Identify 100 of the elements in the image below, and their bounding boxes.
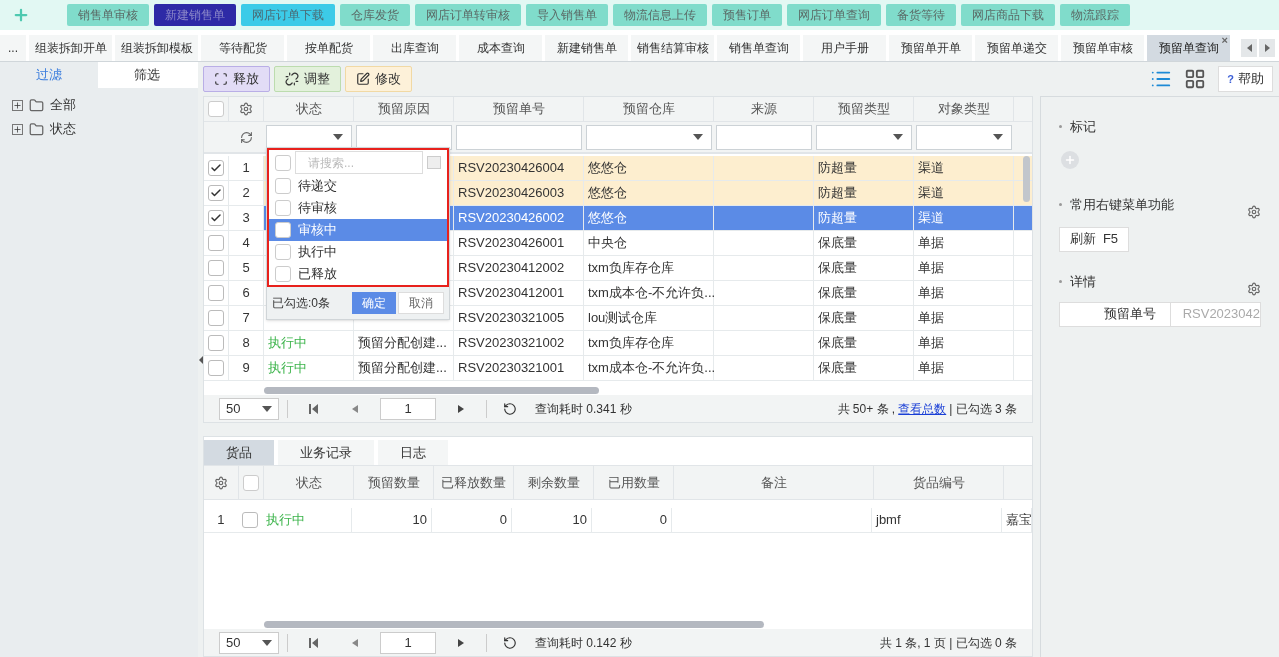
plus-box-icon[interactable] [12, 99, 23, 111]
table-row[interactable]: 8 执行中 预留分配创建... RSV20230321002 txm负库存仓库 保底量 单据 [204, 331, 1032, 356]
tab[interactable]: 按单配货 [287, 35, 370, 61]
tree-item[interactable]: 状态 [12, 120, 198, 138]
filter-field[interactable] [716, 124, 812, 150]
clear-icon[interactable] [427, 156, 441, 169]
action-button[interactable]: 修改 [345, 66, 412, 92]
checkbox[interactable] [275, 222, 291, 238]
tab[interactable]: 货品 [204, 440, 274, 465]
checkbox[interactable] [208, 260, 224, 276]
filter-select[interactable] [266, 124, 352, 150]
table-row[interactable]: 1 执行中 10 0 10 0 jbmf 嘉宝 [204, 508, 1032, 533]
horizontal-scrollbar[interactable] [264, 386, 599, 394]
checkbox[interactable] [208, 235, 224, 251]
filter-field[interactable] [356, 124, 452, 150]
column-header[interactable]: 状态 [264, 466, 354, 499]
help-button[interactable]: ? 帮助 [1218, 66, 1273, 92]
table-row[interactable]: 9 执行中 预留分配创建... RSV20230321001 txm成本仓-不允许负... 保底量 单据 [204, 356, 1032, 381]
checkbox[interactable] [208, 160, 224, 176]
action-button[interactable]: 释放 [203, 66, 270, 92]
tab[interactable]: 销售单查询 [717, 35, 800, 61]
nav-button[interactable]: 预售订单 [712, 4, 782, 26]
settings-icon[interactable] [214, 475, 228, 490]
checkbox[interactable] [275, 266, 291, 282]
tab[interactable]: 预留单递交 [975, 35, 1058, 61]
add-icon[interactable] [12, 6, 30, 24]
close-tab-icon[interactable]: × [1221, 32, 1228, 49]
tree-item[interactable]: 全部 [12, 96, 198, 114]
view-total-link[interactable]: 查看总数 [898, 399, 947, 418]
tab[interactable]: 预留单审核 [1061, 35, 1144, 61]
column-header[interactable]: 预留单号 [454, 97, 584, 121]
column-header[interactable]: 预留仓库 [584, 97, 714, 121]
tab[interactable]: 业务记录 [278, 440, 374, 465]
tab[interactable]: 日志 [378, 440, 448, 465]
tab[interactable]: 出库查询 [373, 35, 456, 61]
settings-icon[interactable] [239, 102, 253, 116]
nav-button[interactable]: 网店订单转审核 [415, 4, 521, 26]
tab[interactable]: 成本查询 [459, 35, 542, 61]
nav-button[interactable]: 网店商品下载 [961, 4, 1055, 26]
column-header[interactable]: 预留类型 [814, 97, 914, 121]
checkbox[interactable] [275, 244, 291, 260]
horizontal-scrollbar[interactable] [264, 620, 764, 628]
checkbox[interactable] [208, 185, 224, 201]
shortcut-button[interactable]: 刷新 F5 [1058, 226, 1130, 252]
table-cell-text: 悠悠仓 [588, 209, 627, 228]
vertical-scrollbar[interactable] [1023, 156, 1030, 202]
nav-button[interactable]: 仓库发货 [340, 4, 410, 26]
column-header[interactable]: 剩余数量 [514, 466, 594, 499]
tab[interactable]: 销售结算审核 [631, 35, 714, 61]
column-header[interactable]: 预留原因 [354, 97, 454, 121]
nav-button[interactable]: 物流信息上传 [613, 4, 707, 26]
nav-button[interactable]: 销售单审核 [67, 4, 149, 26]
action-button[interactable]: 调整 [274, 66, 341, 92]
nav-button[interactable]: 网店订单查询 [787, 4, 881, 26]
page-field[interactable]: 1 [380, 397, 436, 420]
checkbox[interactable] [208, 101, 224, 117]
page-field[interactable]: 1 [380, 631, 436, 654]
column-header[interactable]: 货品编号 [874, 466, 1004, 499]
checkbox[interactable] [243, 474, 259, 491]
column-header[interactable]: 已用数量 [594, 466, 674, 499]
refresh-icon[interactable] [240, 130, 253, 144]
column-header[interactable]: 已释放数量 [434, 466, 514, 499]
checkbox[interactable] [208, 210, 224, 226]
column-header[interactable]: 预留数量 [354, 466, 434, 499]
tab[interactable]: 预留单查询 × [1147, 35, 1230, 61]
checkbox[interactable] [208, 360, 224, 376]
checkbox[interactable] [275, 178, 291, 194]
filter-field[interactable] [456, 124, 582, 150]
tab[interactable]: 用户手册 [803, 35, 886, 61]
column-header[interactable]: 对象类型 [914, 97, 1014, 121]
refresh-icon[interactable] [503, 401, 517, 416]
page-size-select[interactable]: 50 [219, 631, 279, 654]
cancel-button[interactable]: 取消 [398, 292, 444, 314]
column-header[interactable]: 备注 [674, 466, 874, 499]
checkbox[interactable] [275, 154, 291, 171]
page-size-select[interactable]: 50 [219, 397, 279, 420]
settings-icon[interactable] [1247, 281, 1261, 296]
tab[interactable]: 新建销售单 [545, 35, 628, 61]
nav-button[interactable]: 导入销售单 [526, 4, 608, 26]
checkbox[interactable] [208, 310, 224, 326]
tab[interactable]: 组装拆卸模板 [115, 35, 198, 61]
settings-icon[interactable] [1247, 204, 1261, 219]
grid-view-icon[interactable] [1184, 68, 1207, 90]
tab[interactable]: 等待配货 [201, 35, 284, 61]
tab[interactable]: 预留单开单 [889, 35, 972, 61]
checkbox[interactable] [208, 285, 224, 301]
tab[interactable]: 组装拆卸开单 [29, 35, 112, 61]
scroll-right-button[interactable] [1259, 39, 1275, 57]
column-header[interactable]: 来源 [714, 97, 814, 121]
checkbox[interactable] [208, 335, 224, 351]
tab[interactable]: ... [0, 35, 26, 61]
nav-button[interactable]: 备货等待 [886, 4, 956, 26]
scroll-left-button[interactable] [1241, 39, 1257, 57]
nav-button[interactable]: 物流跟踪 [1060, 4, 1130, 26]
panel-tab[interactable]: 过滤 [0, 62, 98, 88]
column-header[interactable]: 状态 [264, 97, 354, 121]
checkbox[interactable] [241, 512, 258, 528]
checkbox[interactable] [275, 200, 291, 216]
refresh-icon[interactable] [503, 635, 517, 650]
plus-box-icon[interactable] [12, 123, 23, 135]
